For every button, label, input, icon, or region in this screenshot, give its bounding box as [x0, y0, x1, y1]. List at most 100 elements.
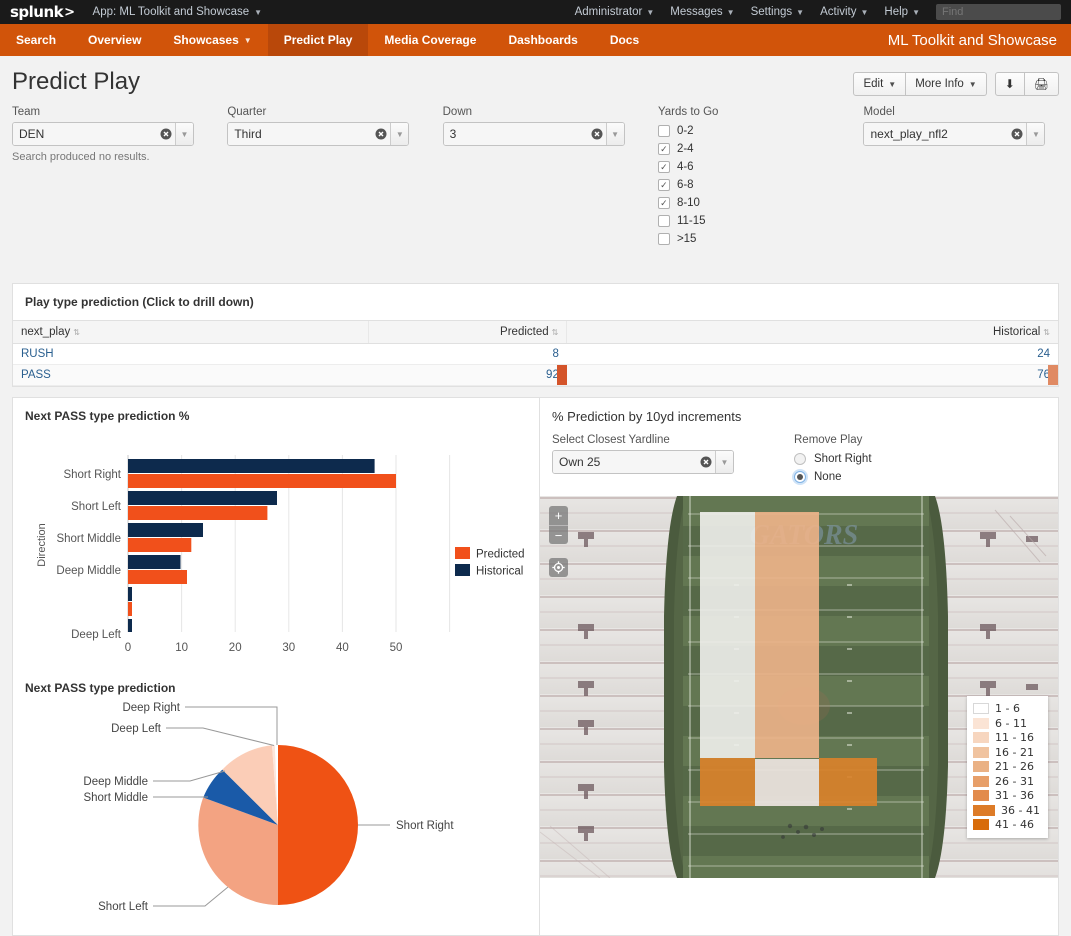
yards-checkbox-gt15[interactable]: >15 [657, 230, 854, 248]
bar-chart[interactable]: Short Right Short Left Short Middle Deep… [13, 427, 539, 667]
th-next-play[interactable]: next_play ⇅ [13, 320, 369, 344]
menu-messages-label: Messages [670, 6, 723, 18]
yardline-dropdown-arrow[interactable]: ▼ [715, 451, 733, 473]
legend-label: 26 - 31 [995, 774, 1034, 788]
nav-item-overview[interactable]: Overview [72, 24, 157, 56]
quarter-dropdown[interactable]: Third ▼ [227, 122, 410, 146]
export-button[interactable]: ⬇ [994, 72, 1025, 96]
menu-settings[interactable]: Settings ▼ [751, 6, 804, 18]
menu-help[interactable]: Help ▼ [884, 6, 920, 18]
yards-checkbox-0-2[interactable]: 0-2 [657, 122, 854, 140]
team-dropdown[interactable]: DEN ▼ [12, 122, 194, 146]
zoom-out-button[interactable]: − [549, 525, 568, 544]
table-row[interactable]: PASS 92 76 [13, 364, 1058, 386]
app-title: ML Toolkit and Showcase [887, 31, 1057, 49]
edit-button-label: Edit [863, 78, 884, 90]
yards-checkbox-2-4[interactable]: ✓ 2-4 [657, 140, 854, 158]
svg-text:Deep Right: Deep Right [122, 702, 180, 714]
cell-predicted[interactable]: 8 [368, 343, 567, 365]
splunk-logo[interactable]: splunk > [10, 3, 75, 21]
edit-button-group: Edit ▼ More Info ▼ [853, 72, 987, 96]
cell-historical[interactable]: 76 [566, 364, 1058, 386]
nav-item-predict-play[interactable]: Predict Play [267, 24, 369, 56]
quarter-clear-icon[interactable] [372, 123, 391, 145]
print-button[interactable]: 🖨 [1024, 72, 1059, 96]
svg-text:Predicted: Predicted [476, 549, 525, 561]
down-clear-icon[interactable] [587, 123, 606, 145]
map-zoom-controls: + − [549, 506, 568, 544]
edit-button[interactable]: Edit ▼ [853, 72, 907, 96]
field-map[interactable]: GATORS [540, 496, 1058, 878]
download-icon: ⬇ [1004, 77, 1015, 91]
svg-text:Deep Left: Deep Left [71, 629, 122, 641]
yards-checkbox-8-10[interactable]: ✓ 8-10 [657, 194, 854, 212]
yardline-label: Select Closest Yardline [552, 434, 670, 446]
svg-text:20: 20 [229, 642, 242, 654]
nav-item-dashboards[interactable]: Dashboards [492, 24, 593, 56]
down-dropdown[interactable]: 3 ▼ [442, 122, 625, 146]
yards-label-2-4: 2-4 [676, 143, 694, 155]
legend-label: 6 - 11 [995, 716, 1027, 730]
svg-text:Direction: Direction [36, 523, 48, 566]
yards-label-4-6: 4-6 [676, 161, 694, 173]
filter-yards-label: Yards to Go [657, 106, 719, 118]
legend-label: 36 - 41 [1001, 803, 1040, 817]
yardline-dropdown[interactable]: Own 25 ▼ [552, 450, 734, 474]
model-dropdown-arrow[interactable]: ▼ [1026, 123, 1045, 145]
menu-administrator-label: Administrator [574, 6, 643, 18]
menu-activity[interactable]: Activity ▼ [820, 6, 868, 18]
page-title: Predict Play [12, 68, 141, 95]
app-menu[interactable]: App: ML Toolkit and Showcase ▼ [93, 6, 263, 18]
radio-short-right[interactable]: Short Right [794, 450, 872, 468]
zoom-in-button[interactable]: + [549, 506, 568, 525]
menu-activity-label: Activity [820, 6, 857, 18]
yardline-clear-icon[interactable] [697, 451, 715, 473]
legend-label: 31 - 36 [995, 789, 1034, 803]
overlay-bottom-right-zone [819, 758, 877, 806]
sort-icon: ⇅ [551, 328, 559, 337]
yards-label-0-2: 0-2 [676, 125, 694, 137]
legend-swatch [973, 761, 990, 773]
menu-messages[interactable]: Messages ▼ [670, 6, 734, 18]
model-clear-icon[interactable] [1008, 123, 1027, 145]
svg-text:10: 10 [175, 642, 188, 654]
cell-historical[interactable]: 24 [566, 343, 1058, 365]
table-row[interactable]: RUSH 8 24 [13, 343, 1058, 365]
team-dropdown-arrow[interactable]: ▼ [175, 123, 193, 145]
legend-swatch [973, 804, 996, 816]
chevron-down-icon: ▼ [646, 7, 655, 17]
more-info-button[interactable]: More Info ▼ [906, 72, 987, 96]
filter-model: Model next_play_nfl2 ▼ [863, 106, 1059, 248]
chevron-down-icon: ▼ [888, 79, 897, 89]
cell-next-play[interactable]: RUSH [13, 343, 369, 365]
th-predicted[interactable]: Predicted ⇅ [367, 320, 567, 344]
model-dropdown[interactable]: next_play_nfl2 ▼ [863, 122, 1046, 146]
menu-administrator[interactable]: Administrator ▼ [575, 6, 655, 18]
cell-next-play[interactable]: PASS [13, 364, 369, 386]
legend-label: 11 - 16 [995, 731, 1034, 745]
quarter-dropdown-arrow[interactable]: ▼ [390, 123, 409, 145]
nav-item-search[interactable]: Search [0, 24, 72, 56]
checkbox-checked-icon: ✓ [657, 143, 670, 155]
find-input[interactable] [936, 4, 1061, 20]
nav-item-docs[interactable]: Docs [594, 24, 655, 56]
yards-checkbox-4-6[interactable]: ✓ 4-6 [657, 158, 854, 176]
th-historical[interactable]: Historical ⇅ [566, 320, 1058, 344]
team-clear-icon[interactable] [157, 123, 175, 145]
checkbox-checked-icon: ✓ [657, 179, 670, 191]
down-dropdown-value: 3 [443, 123, 588, 145]
nav-item-showcases[interactable]: Showcases ▼ [157, 24, 267, 56]
locate-icon[interactable] [549, 558, 568, 577]
yards-checkbox-11-15[interactable]: 11-15 [657, 212, 854, 230]
radio-none[interactable]: None [794, 468, 872, 486]
yards-checkbox-6-8[interactable]: ✓ 6-8 [657, 176, 854, 194]
legend-row: 36 - 41 [973, 803, 1040, 818]
pie-chart[interactable]: Deep Right Deep Left Deep Middle Short M… [13, 695, 539, 935]
yards-label-11-15: 11-15 [676, 215, 706, 227]
cell-predicted[interactable]: 92 [368, 364, 567, 386]
down-dropdown-arrow[interactable]: ▼ [605, 123, 624, 145]
map-controls-row: Select Closest Yardline Own 25 ▼ Remove … [540, 430, 1058, 496]
svg-text:Short Middle: Short Middle [83, 792, 148, 804]
historical-sparkbar [1048, 365, 1058, 385]
nav-item-media-coverage[interactable]: Media Coverage [368, 24, 492, 56]
